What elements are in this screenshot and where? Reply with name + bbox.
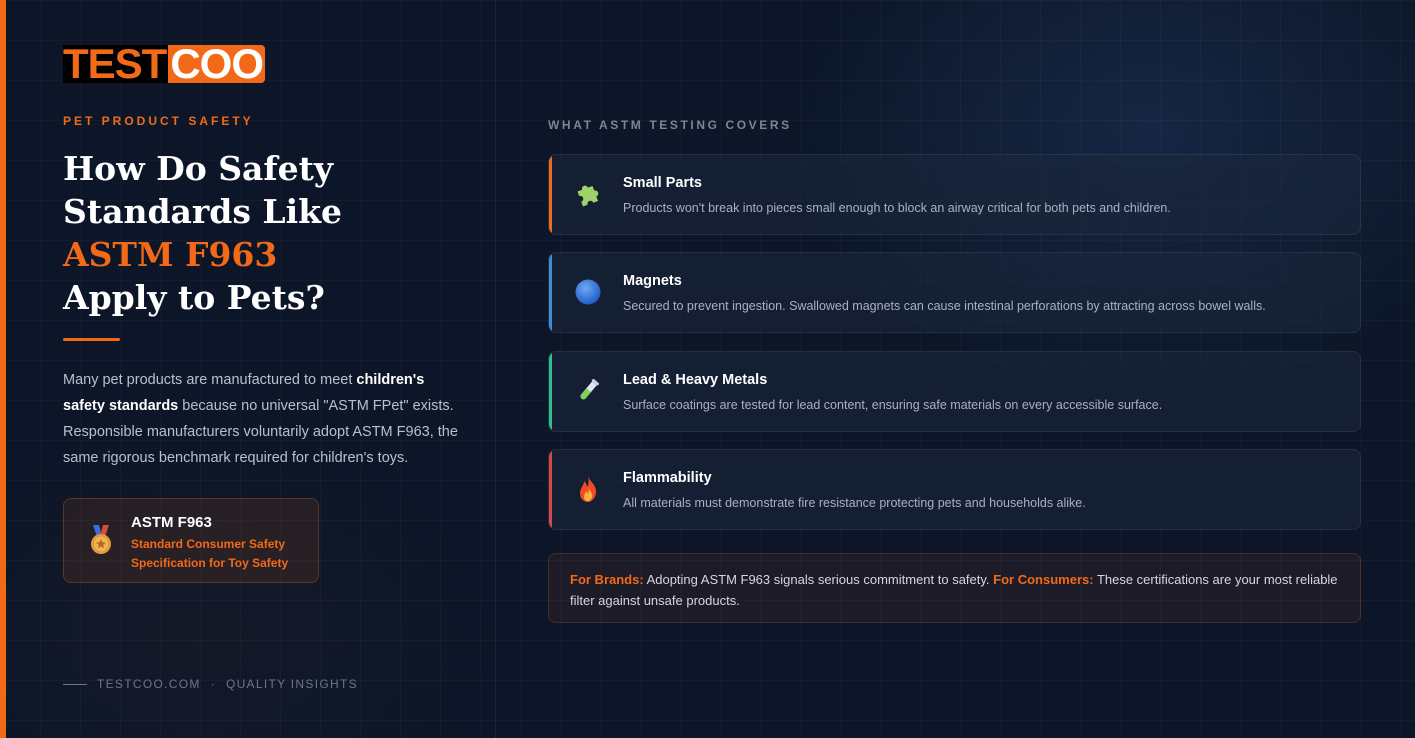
test-tube-icon	[580, 378, 600, 400]
badge-title: ASTM F963	[131, 514, 212, 531]
callout-brands-label: For Brands:	[570, 572, 644, 587]
footer-separator: ·	[210, 677, 216, 691]
footer-dash	[63, 683, 87, 685]
card-description: All materials must demonstrate fire resi…	[623, 496, 1086, 510]
panel-divider	[495, 0, 496, 738]
card-title: Magnets	[623, 273, 682, 289]
headline-line-1: How Do Safety	[63, 149, 334, 188]
card-lead-heavy-metals: Lead & Heavy Metals Surface coatings are…	[548, 351, 1361, 432]
card-title: Lead & Heavy Metals	[623, 372, 768, 388]
callout-consumers-label: For Consumers:	[993, 572, 1094, 587]
card-flammability: Flammability All materials must demonstr…	[548, 449, 1361, 530]
left-panel: TEST COO PET PRODUCT SAFETY How Do Safet…	[63, 0, 463, 738]
headline-underline	[63, 338, 120, 341]
puzzle-piece-icon	[577, 185, 599, 207]
footer-site-link[interactable]: TESTCOO.COM	[97, 677, 201, 691]
headline-highlight: ASTM F963	[63, 235, 278, 274]
blue-circle-icon	[575, 279, 601, 305]
brand-logo[interactable]: TEST COO	[63, 40, 266, 87]
card-magnets: Magnets Secured to prevent ingestion. Sw…	[548, 252, 1361, 333]
card-description: Secured to prevent ingestion. Swallowed …	[623, 299, 1266, 313]
eyebrow-label: PET PRODUCT SAFETY	[63, 114, 254, 128]
card-small-parts: Small Parts Products won't break into pi…	[548, 154, 1361, 235]
section-label: WHAT ASTM TESTING COVERS	[548, 118, 792, 132]
footer-tagline: QUALITY INSIGHTS	[225, 677, 358, 691]
page-title: How Do Safety Standards Like ASTM F963 A…	[63, 147, 483, 319]
card-accent-edge	[549, 253, 552, 332]
card-description: Surface coatings are tested for lead con…	[623, 398, 1163, 412]
astm-badge: ASTM F963 Standard Consumer Safety Speci…	[63, 498, 319, 583]
card-title: Flammability	[623, 470, 712, 486]
intro-paragraph: Many pet products are manufactured to me…	[63, 367, 458, 471]
intro-text-1: Many pet products are manufactured to me…	[63, 372, 357, 388]
card-title: Small Parts	[623, 175, 702, 191]
footer: TESTCOO.COM · QUALITY INSIGHTS	[63, 677, 358, 691]
headline-line-2: Standards Like	[63, 192, 343, 231]
card-accent-edge	[549, 352, 552, 431]
left-accent-bar	[0, 0, 6, 738]
fire-icon	[580, 476, 597, 502]
badge-subtitle: Standard Consumer Safety Specification f…	[131, 537, 289, 570]
card-accent-edge	[549, 155, 552, 234]
callout-brands-text: Adopting ASTM F963 signals serious commi…	[643, 572, 994, 587]
logo-part-coo: COO	[168, 40, 266, 87]
headline-line-4: Apply to Pets?	[63, 278, 325, 317]
logo-part-test: TEST	[63, 40, 169, 87]
callout-box: For Brands: Adopting ASTM F963 signals s…	[548, 553, 1361, 623]
card-description: Products won't break into pieces small e…	[623, 201, 1171, 215]
medal-icon	[91, 525, 111, 554]
card-accent-edge	[549, 450, 552, 529]
